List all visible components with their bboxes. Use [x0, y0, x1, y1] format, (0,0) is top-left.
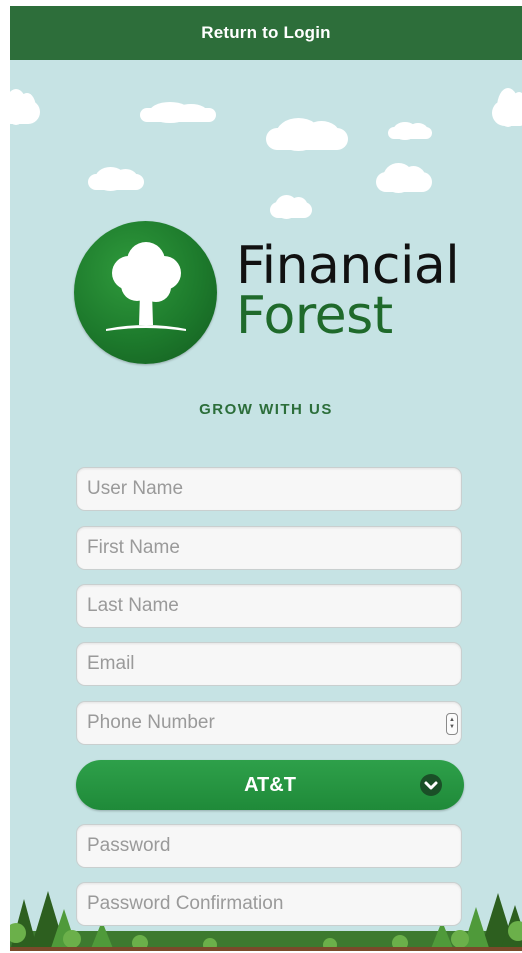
chevron-down-icon	[420, 774, 442, 796]
tagline: GROW WITH US	[199, 401, 333, 418]
cloud-decoration	[492, 88, 522, 128]
cloud-decoration	[266, 118, 348, 152]
cloud-decoration	[376, 163, 432, 193]
return-to-login-button[interactable]: Return to Login	[10, 6, 522, 60]
phone-stepper-icon[interactable]: ▲ ▼	[446, 713, 458, 735]
return-to-login-label: Return to Login	[201, 23, 331, 42]
first-name-input[interactable]	[76, 526, 462, 570]
carrier-select[interactable]: AT&T	[76, 760, 464, 810]
password-confirmation-input[interactable]	[76, 882, 462, 926]
signup-screen: Return to Login Financial Forest GROW WI…	[10, 6, 522, 951]
stepper-up-icon: ▲	[449, 717, 455, 723]
financial-forest-logo: Financial Forest	[74, 221, 474, 366]
last-name-input[interactable]	[76, 584, 462, 628]
cloud-decoration	[140, 101, 216, 123]
logo-text-forest: Forest	[236, 286, 393, 346]
cloud-decoration	[270, 194, 312, 219]
cloud-decoration	[388, 121, 432, 140]
logo-text-financial: Financial	[236, 236, 460, 296]
tree-icon	[74, 221, 217, 364]
cloud-decoration	[88, 166, 144, 191]
email-input[interactable]	[76, 642, 462, 686]
username-input[interactable]	[76, 467, 462, 511]
carrier-selected-value: AT&T	[244, 773, 296, 796]
cloud-decoration	[10, 89, 40, 126]
stepper-down-icon: ▼	[449, 724, 455, 730]
phone-number-input[interactable]	[76, 701, 462, 745]
password-input[interactable]	[76, 824, 462, 868]
